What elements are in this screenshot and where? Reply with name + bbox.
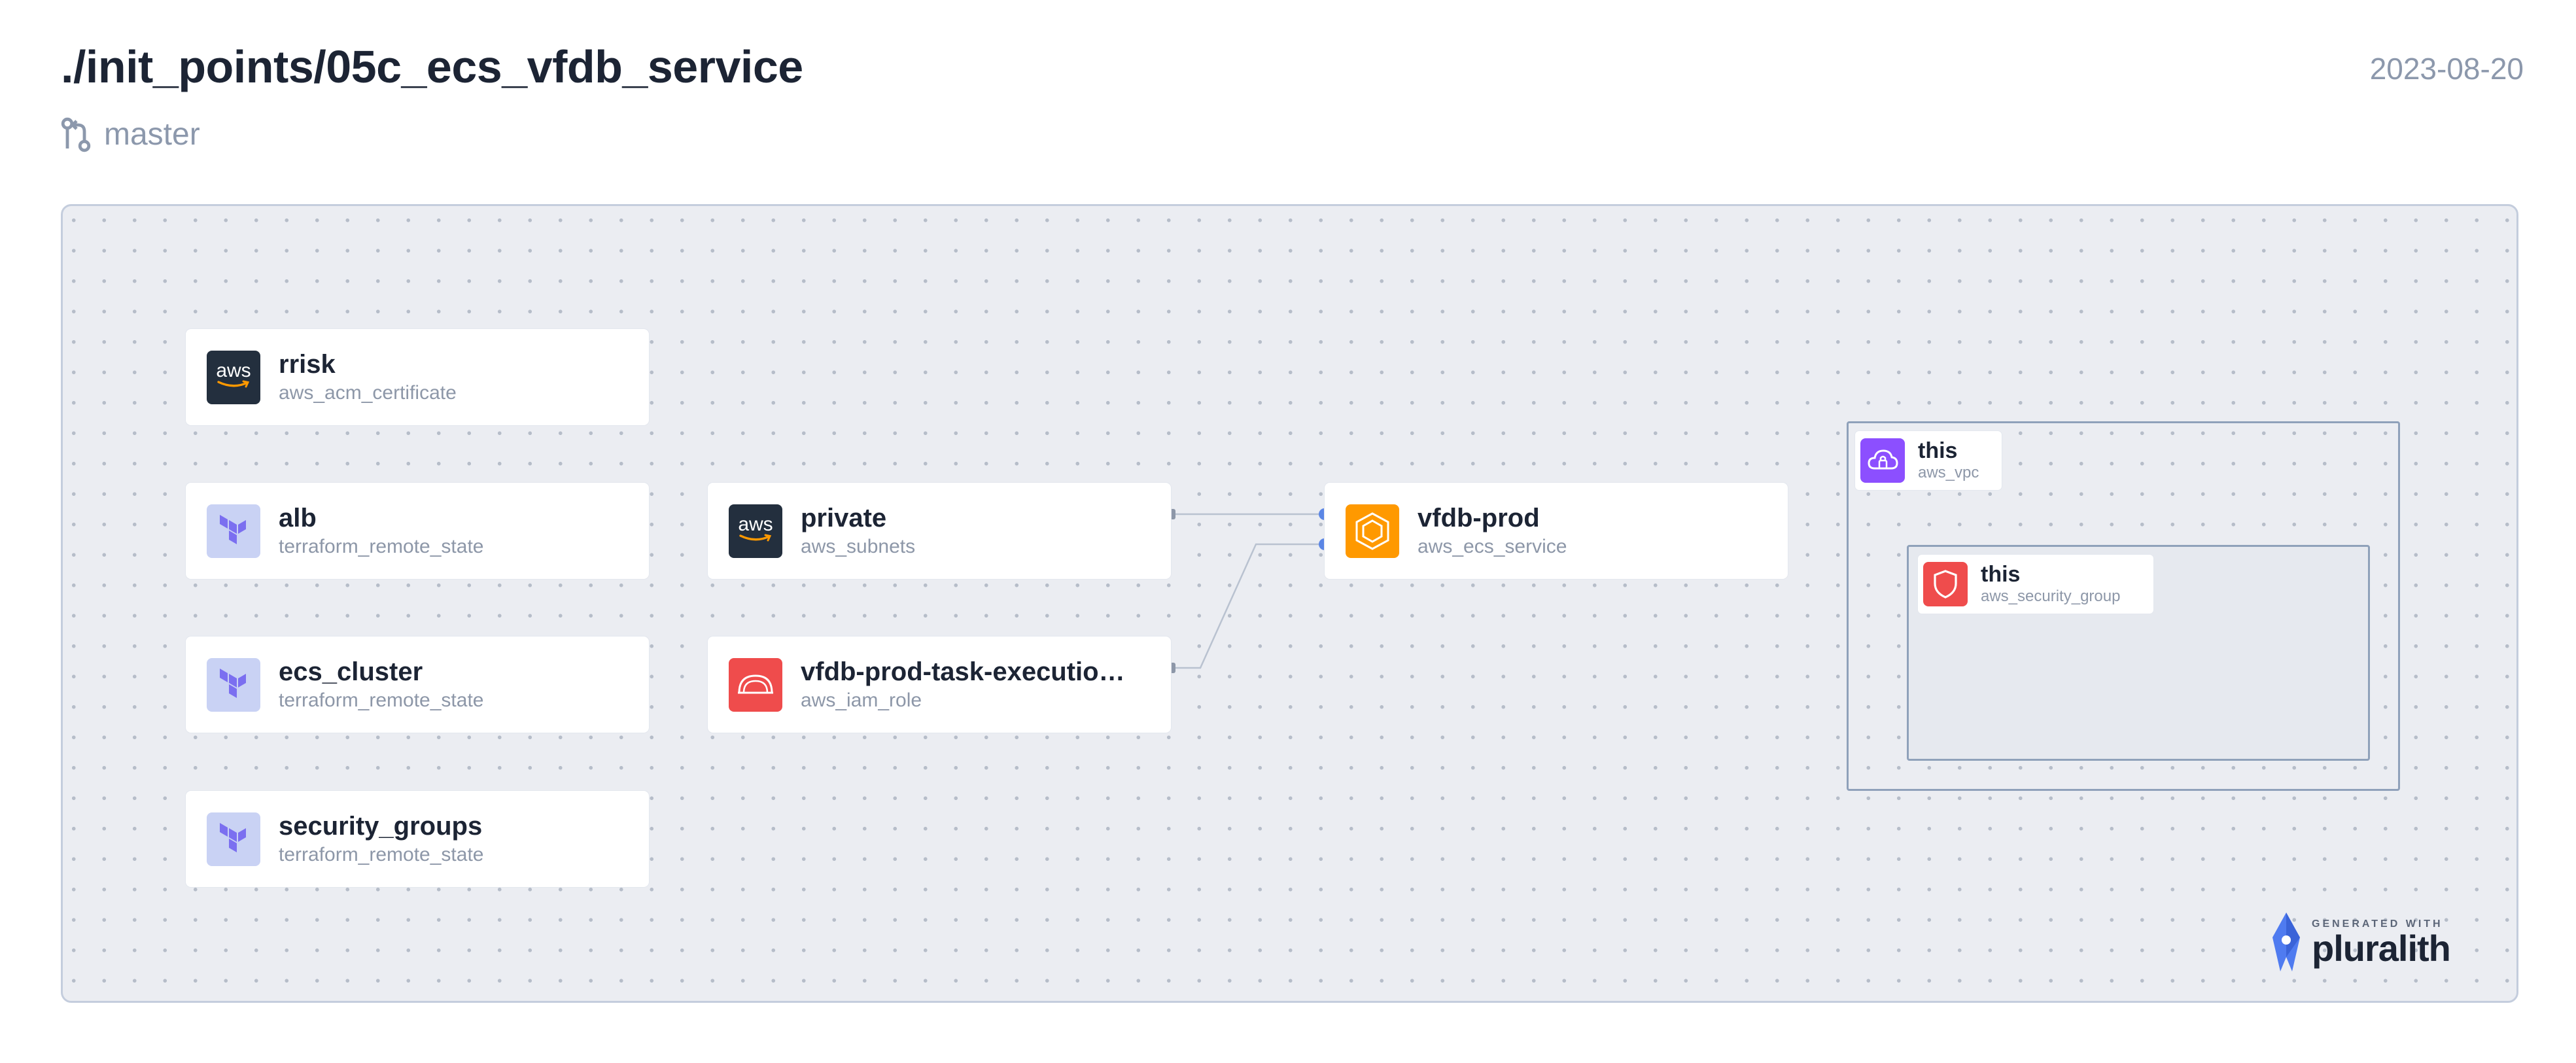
node-alb[interactable]: alb terraform_remote_state bbox=[186, 483, 649, 579]
node-type: aws_ecs_service bbox=[1418, 535, 1567, 557]
group-type: aws_vpc bbox=[1918, 464, 1979, 481]
node-type: terraform_remote_state bbox=[279, 689, 484, 711]
pluralith-watermark: GENERATED WITH pluralith bbox=[2270, 911, 2451, 974]
node-rrisk[interactable]: aws rrisk aws_acm_certificate bbox=[186, 329, 649, 425]
shield-icon bbox=[1923, 562, 1968, 606]
group-vpc-label: this aws_vpc bbox=[1855, 431, 2002, 490]
group-name: this bbox=[1981, 562, 2021, 587]
node-name: vfdb-prod-task-executio… bbox=[801, 657, 1125, 686]
node-name: rrisk bbox=[279, 349, 336, 379]
pluralith-logo-icon bbox=[2272, 913, 2300, 971]
terraform-icon bbox=[207, 657, 260, 712]
node-iam-role[interactable]: vfdb-prod-task-executio… aws_iam_role bbox=[708, 636, 1171, 733]
node-type: aws_acm_certificate bbox=[279, 381, 457, 404]
node-type: terraform_remote_state bbox=[279, 843, 484, 865]
node-vfdb-prod[interactable]: vfdb-prod aws_ecs_service bbox=[1325, 483, 1788, 579]
node-private[interactable]: aws private aws_subnets bbox=[708, 483, 1171, 579]
node-type: aws_subnets bbox=[801, 535, 916, 557]
terraform-icon bbox=[207, 812, 260, 866]
node-name: ecs_cluster bbox=[279, 657, 423, 686]
group-security-group-label: this aws_security_group bbox=[1918, 555, 2153, 614]
aws-logo-icon: aws bbox=[207, 350, 260, 404]
vpc-cloud-icon bbox=[1860, 438, 1905, 483]
iam-role-icon bbox=[729, 657, 782, 712]
node-name: private bbox=[801, 503, 887, 532]
node-name: vfdb-prod bbox=[1418, 503, 1540, 532]
terraform-icon bbox=[207, 504, 260, 558]
edge-private-to-vfdb-prod bbox=[1165, 508, 1331, 520]
group-type: aws_security_group bbox=[1981, 587, 2121, 605]
group-name: this bbox=[1918, 438, 1958, 463]
node-type: aws_iam_role bbox=[801, 689, 922, 711]
node-type: terraform_remote_state bbox=[279, 535, 484, 557]
aws-logo-icon: aws bbox=[729, 504, 782, 558]
edge-iam-role-to-vfdb-prod bbox=[1165, 538, 1331, 673]
node-name: security_groups bbox=[279, 811, 483, 841]
node-ecs-cluster[interactable]: ecs_cluster terraform_remote_state bbox=[186, 636, 649, 733]
node-security-groups[interactable]: security_groups terraform_remote_state bbox=[186, 791, 649, 887]
ecs-service-icon bbox=[1346, 504, 1399, 558]
pluralith-brand: pluralith bbox=[2312, 928, 2451, 969]
node-name: alb bbox=[279, 503, 317, 532]
